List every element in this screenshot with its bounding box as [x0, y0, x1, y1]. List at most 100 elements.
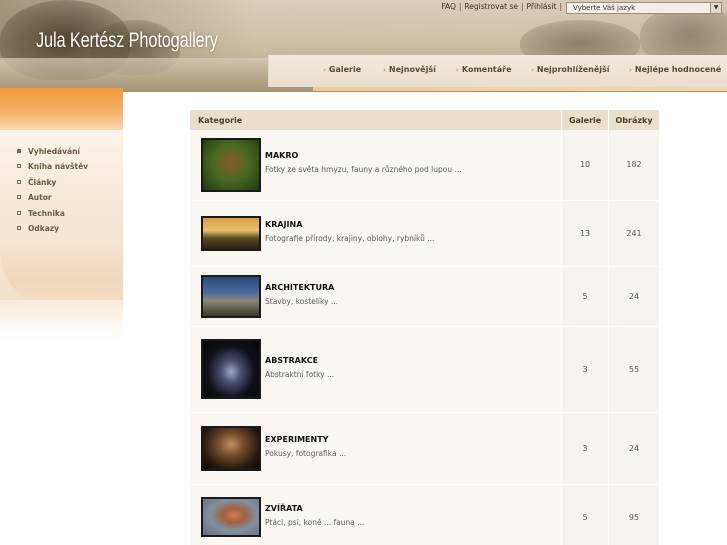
nav-accent-strip [313, 87, 727, 91]
nav-item-label: Nejnovější [388, 65, 436, 74]
chevron-down-icon[interactable]: ▼ [710, 3, 721, 13]
table-row: MAKRO Fotky ze světa hmyzu, fauny a různ… [190, 130, 660, 201]
nav-item-komentare[interactable]: › Komentáře [456, 65, 512, 74]
category-description: Pokusy, fotografika ... [265, 448, 347, 458]
language-select[interactable]: Vyberte Váš jazyk ▼ [566, 2, 722, 14]
category-description: Fotky ze světa hmyzu, fauny a různého po… [265, 165, 462, 175]
top-links: FAQ | Registrovat se | Přihlásit | [441, 2, 565, 11]
arrow-bullet-icon: › [629, 66, 632, 74]
category-text: KRAJINA Fotografie přírody, krajiny, obl… [265, 220, 435, 243]
category-entry: ABSTRAKCE Abstraktní fotky ... [201, 339, 561, 399]
separator: | [458, 2, 462, 11]
category-text: ZVÍŘATA Ptáci, psi, koně ... fauna ... [265, 504, 365, 527]
sidebar-item-clanky[interactable]: Články [17, 175, 88, 190]
category-name-link[interactable]: EXPERIMENTY [265, 435, 346, 444]
category-name-link[interactable]: ABSTRAKCE [265, 356, 334, 365]
table-row: EXPERIMENTY Pokusy, fotografika ... 3 24 [190, 412, 660, 485]
sidebar-menu: Vyhledávání Kniha návštěv Články Autor T… [17, 144, 88, 236]
category-text: MAKRO Fotky ze světa hmyzu, fauny a různ… [265, 151, 462, 175]
nav-item-galerie[interactable]: › Galerie [323, 65, 361, 74]
sidebar-item-label: Kniha návštěv [28, 162, 89, 172]
category-cell: KRAJINA Fotografie přírody, krajiny, obl… [190, 200, 563, 267]
images-count: 24 [608, 266, 660, 327]
images-count: 24 [608, 412, 660, 485]
nav-item-nejnovejsi[interactable]: › Nejnovější [383, 65, 436, 74]
separator: | [559, 2, 562, 11]
galleries-count: 10 [561, 130, 610, 201]
arrow-bullet-icon: › [323, 66, 326, 74]
sidebar-item-autor[interactable]: Autor [17, 190, 88, 205]
category-entry: ZVÍŘATA Ptáci, psi, koně ... fauna ... [201, 497, 561, 537]
table-header-row: Kategorie Galerie Obrázky [190, 110, 660, 130]
sidebar-item-label: Články [28, 177, 57, 187]
category-cell: EXPERIMENTY Pokusy, fotografika ... [190, 412, 563, 485]
square-bullet-icon [17, 149, 21, 153]
site-title[interactable]: Jula Kertész Photogallery [36, 29, 218, 53]
orange-swoosh-decoration [0, 88, 123, 130]
category-description: Stavby, kostelíky ... [265, 296, 339, 306]
category-text: ARCHITEKTURA Stavby, kostelíky ... [265, 283, 339, 306]
sidebar-item-vyhledavani[interactable]: Vyhledávání [17, 144, 88, 159]
language-select-value: Vyberte Váš jazyk [573, 4, 636, 12]
category-cell: ABSTRAKCE Abstraktní fotky ... [190, 326, 563, 413]
faq-link[interactable]: FAQ [441, 2, 456, 11]
square-bullet-icon [17, 164, 21, 169]
nav-item-label: Komentáře [461, 65, 512, 74]
square-bullet-icon [17, 179, 21, 184]
square-bullet-icon [17, 225, 21, 230]
sidebar-item-label: Vyhledávání [28, 147, 80, 156]
images-count: 55 [608, 326, 660, 413]
nav-item-nejprohlizenejsi[interactable]: › Nejprohlíženější [531, 65, 610, 74]
arrow-bullet-icon: › [456, 66, 459, 74]
square-bullet-icon [17, 210, 21, 215]
register-link[interactable]: Registrovat se [464, 2, 518, 11]
separator: | [521, 2, 524, 11]
landscape-pond-photo[interactable] [201, 215, 261, 251]
category-description: Ptáci, psi, koně ... fauna ... [265, 517, 365, 527]
animal-bird-photo[interactable] [201, 497, 261, 537]
category-cell: ARCHITEKTURA Stavby, kostelíky ... [190, 266, 563, 327]
nav-item-label: Nejlépe hodnocené [634, 65, 722, 74]
sidebar-item-label: Odkazy [28, 223, 60, 233]
macro-insect-photo[interactable] [201, 137, 261, 192]
images-count: 95 [608, 484, 660, 545]
category-name-link[interactable]: MAKRO [265, 151, 462, 160]
category-description: Fotografie přírody, krajiny, oblohy, ryb… [265, 233, 435, 243]
category-text: EXPERIMENTY Pokusy, fotografika ... [265, 435, 347, 458]
experiment-portrait-photo[interactable] [201, 425, 261, 471]
sidebar-item-odkazy[interactable]: Odkazy [17, 221, 88, 236]
category-cell: MAKRO Fotky ze světa hmyzu, fauny a různ… [190, 130, 563, 201]
galleries-count: 3 [561, 412, 610, 485]
column-header-images: Obrázky [608, 110, 660, 130]
architecture-church-photo[interactable] [201, 274, 261, 318]
arrow-bullet-icon: › [531, 66, 534, 74]
category-entry: MAKRO Fotky ze světa hmyzu, fauny a různ… [201, 137, 561, 192]
category-name-link[interactable]: ZVÍŘATA [265, 504, 364, 513]
table-row: KRAJINA Fotografie přírody, krajiny, obl… [190, 200, 660, 267]
category-table: Kategorie Galerie Obrázky MAKRO Fotky ze… [190, 110, 660, 545]
table-row: ABSTRAKCE Abstraktní fotky ... 3 55 [190, 326, 660, 413]
sidebar-item-kniha-navstev[interactable]: Kniha návštěv [17, 159, 88, 174]
arrow-bullet-icon: › [383, 66, 386, 74]
sidebar-item-label: Autor [28, 193, 52, 203]
images-count: 182 [608, 130, 660, 201]
table-row: ARCHITEKTURA Stavby, kostelíky ... 5 24 [190, 266, 660, 327]
login-link[interactable]: Přihlásit [527, 2, 557, 11]
galleries-count: 3 [561, 326, 610, 413]
galleries-count: 5 [561, 266, 610, 327]
main-navigation: › Galerie › Nejnovější › Komentáře › Nejproh… [268, 55, 727, 87]
category-entry: ARCHITEKTURA Stavby, kostelíky ... [201, 274, 561, 318]
category-name-link[interactable]: KRAJINA [265, 220, 434, 229]
column-header-category: Kategorie [190, 110, 563, 130]
square-bullet-icon [17, 195, 21, 200]
sidebar-fade [0, 300, 123, 340]
category-entry: EXPERIMENTY Pokusy, fotografika ... [201, 425, 561, 471]
sidebar-item-technika[interactable]: Technika [17, 206, 88, 221]
galleries-count: 13 [561, 200, 610, 267]
abstract-light-photo[interactable] [201, 339, 261, 399]
category-name-link[interactable]: ARCHITEKTURA [265, 283, 338, 292]
nav-item-nejlepe-hodnocene[interactable]: › Nejlépe hodnocené [629, 65, 721, 74]
nav-item-label: Galerie [328, 65, 362, 74]
category-entry: KRAJINA Fotografie přírody, krajiny, obl… [201, 215, 561, 251]
category-text: ABSTRAKCE Abstraktní fotky ... [265, 356, 334, 379]
